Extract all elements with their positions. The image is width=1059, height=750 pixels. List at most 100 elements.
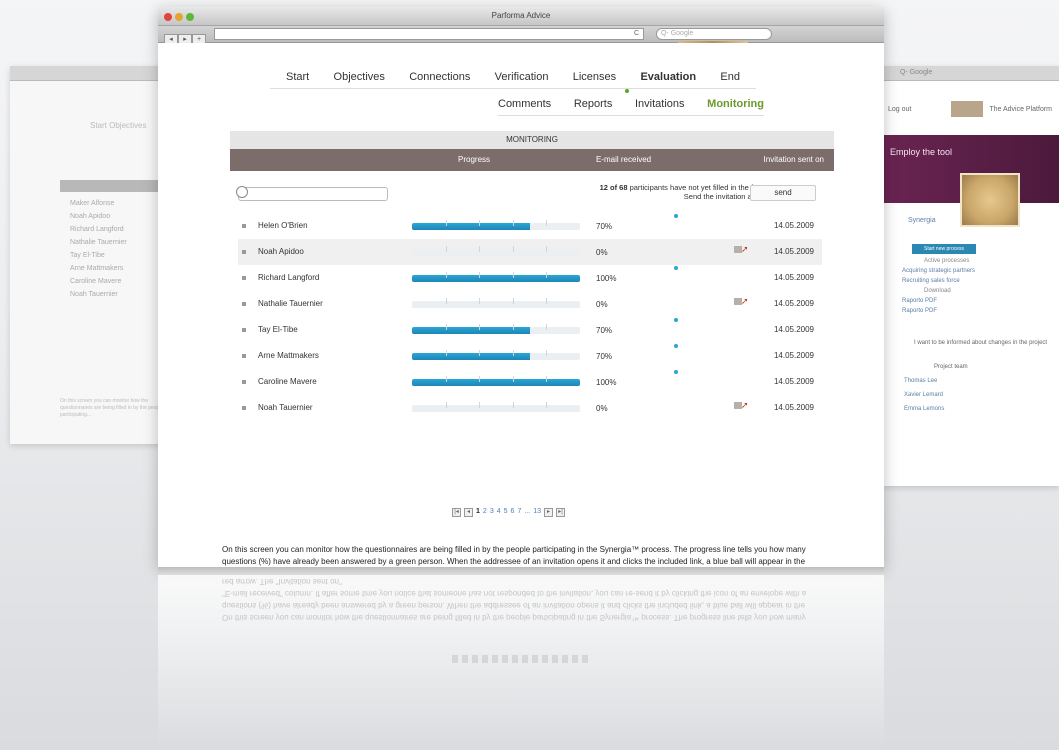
list-item: Caroline Mavere (70, 278, 122, 285)
background-window-right: Q- Google Log out The Advice Platform Emp… (884, 66, 1059, 486)
page-link[interactable]: 13 (533, 508, 541, 517)
tab-end[interactable]: End (720, 71, 740, 83)
start-process-button[interactable]: Start new process (912, 244, 976, 254)
progress-tick (445, 350, 447, 356)
process-link[interactable]: Acquiring strategic partners (902, 268, 1059, 274)
main-browser-window: Parforma Advice ◂ ▸ + C Q- Google Start Ob… (158, 7, 884, 567)
table-row: Tay El-Tibe 70% 14.05.2009 (238, 317, 822, 343)
next-page-button[interactable]: ▸ (543, 508, 553, 517)
progress-tick (445, 298, 447, 304)
last-page-button[interactable]: ▸| (555, 508, 565, 517)
resend-arrow-icon[interactable]: ➚ (741, 244, 749, 255)
send-button[interactable]: send (750, 185, 816, 201)
progress-tick (546, 402, 548, 408)
page-link[interactable]: 4 (497, 508, 501, 517)
file-link[interactable]: Raporto PDF (902, 308, 1059, 314)
progress-percent: 70% (596, 222, 613, 231)
resend-arrow-icon[interactable]: ➚ (741, 296, 749, 307)
tab-evaluation[interactable]: Evaluation (640, 71, 696, 83)
resend-arrow-icon[interactable]: ➚ (741, 400, 749, 411)
subtab-reports[interactable]: Reports (574, 98, 613, 110)
team-member[interactable]: Xavier Lemard (904, 392, 1059, 398)
logout-link[interactable]: Log out (888, 106, 911, 113)
team-member[interactable]: Emma Lemons (904, 406, 1059, 412)
list-item: Noah Apidoo (70, 213, 111, 220)
participant-name: Noah Tauernier (258, 403, 313, 412)
page-link[interactable]: 1 (476, 508, 480, 517)
row-bullet-icon (242, 302, 246, 306)
page-link[interactable]: 2 (483, 508, 487, 517)
page-link[interactable]: 3 (490, 508, 494, 517)
tab-licenses[interactable]: Licenses (573, 71, 616, 83)
browser-search-input[interactable]: Q- Google (656, 28, 772, 40)
page-link[interactable]: 7 (517, 508, 521, 517)
invitation-date: 14.05.2009 (773, 221, 814, 230)
list-item: Nathalie Tauernier (70, 239, 127, 246)
row-bullet-icon (242, 406, 246, 410)
reload-icon[interactable]: C (634, 30, 639, 37)
progress-tick (546, 272, 548, 278)
file-link[interactable]: Raporto PDF (902, 298, 1059, 304)
progress-tick (445, 220, 447, 226)
process-link[interactable]: Recruiting sales force (902, 278, 1059, 284)
resend-notice: 12 of 68 participants have not yet fille… (496, 183, 768, 201)
active-processes-label: Active processes (924, 258, 970, 264)
email-received-icon (674, 214, 678, 218)
address-bar[interactable]: C (214, 28, 644, 40)
invitation-date: 14.05.2009 (773, 351, 814, 360)
tab-connections[interactable]: Connections (409, 71, 470, 83)
progress-tick (512, 350, 514, 356)
minimize-icon[interactable] (175, 13, 183, 21)
progress-tick (445, 324, 447, 330)
col-invitation-sent: Invitation sent on (763, 155, 824, 164)
progress-tick (445, 246, 447, 252)
tab-verification[interactable]: Verification (495, 71, 549, 83)
row-bullet-icon (242, 224, 246, 228)
page-link[interactable]: 6 (511, 508, 515, 517)
background-window-left: Start Objectives Maker Alfonse Noah Apid… (10, 66, 170, 444)
progress-tick (479, 272, 481, 278)
page-link[interactable]: 5 (504, 508, 508, 517)
main-nav: Start Objectives Connections Verificatio… (270, 71, 756, 89)
participant-search-input[interactable] (236, 186, 388, 201)
progress-percent: 70% (596, 326, 613, 335)
description-text: On this screen you can monitor how the q… (222, 545, 806, 566)
left-window-list: Maker Alfonse Noah Apidoo Richard Langfo… (60, 200, 170, 298)
progress-tick (512, 376, 514, 382)
email-received-icon (674, 318, 678, 322)
right-window-search: Q- Google (884, 66, 1059, 81)
progress-tick (479, 402, 481, 408)
first-page-button[interactable]: |◂ (452, 508, 461, 517)
col-progress: Progress (458, 155, 491, 164)
subtab-monitoring[interactable]: Monitoring (707, 98, 764, 110)
zoom-icon[interactable] (186, 13, 194, 21)
progress-tick (512, 220, 514, 226)
close-icon[interactable] (164, 13, 172, 21)
progress-tick (546, 324, 548, 330)
invitation-date: 14.05.2009 (773, 403, 814, 412)
reflected-description: On this screen you can monitor how the q… (222, 577, 807, 622)
progress-tick (546, 298, 548, 304)
invitation-date: 14.05.2009 (773, 273, 814, 282)
inform-checkbox[interactable]: I want to be informed about changes in t… (898, 340, 1059, 346)
pagination: |◂ ◂ 1 2 3 4 5 6 7... 13 ▸ ▸| (452, 508, 565, 517)
page-content: Start Objectives Connections Verificatio… (158, 43, 884, 567)
tab-start[interactable]: Start (286, 71, 309, 83)
subtab-comments[interactable]: Comments (498, 98, 551, 110)
page-links: 1 2 3 4 5 6 7... 13 (476, 508, 541, 517)
tab-objectives[interactable]: Objectives (334, 71, 385, 83)
progress-bar (412, 405, 580, 412)
progress-bar (412, 275, 580, 282)
notice-count: 12 of 68 (599, 183, 628, 192)
team-member[interactable]: Thomas Lee (904, 378, 1059, 384)
table-row: Helen O'Brien 70% 14.05.2009 (238, 213, 822, 239)
progress-tick (512, 402, 514, 408)
sub-nav: Comments Reports Invitations Monitoring (498, 98, 764, 116)
notice-text: participants have not yet filled in the … (627, 183, 768, 192)
progress-tick (479, 350, 481, 356)
subtab-invitations[interactable]: Invitations (635, 98, 685, 110)
prev-page-button[interactable]: ◂ (464, 508, 473, 517)
progress-percent: 0% (596, 248, 608, 257)
right-window-logo: Log out The Advice Platform (884, 81, 1059, 117)
list-item: Richard Langford (70, 226, 124, 233)
